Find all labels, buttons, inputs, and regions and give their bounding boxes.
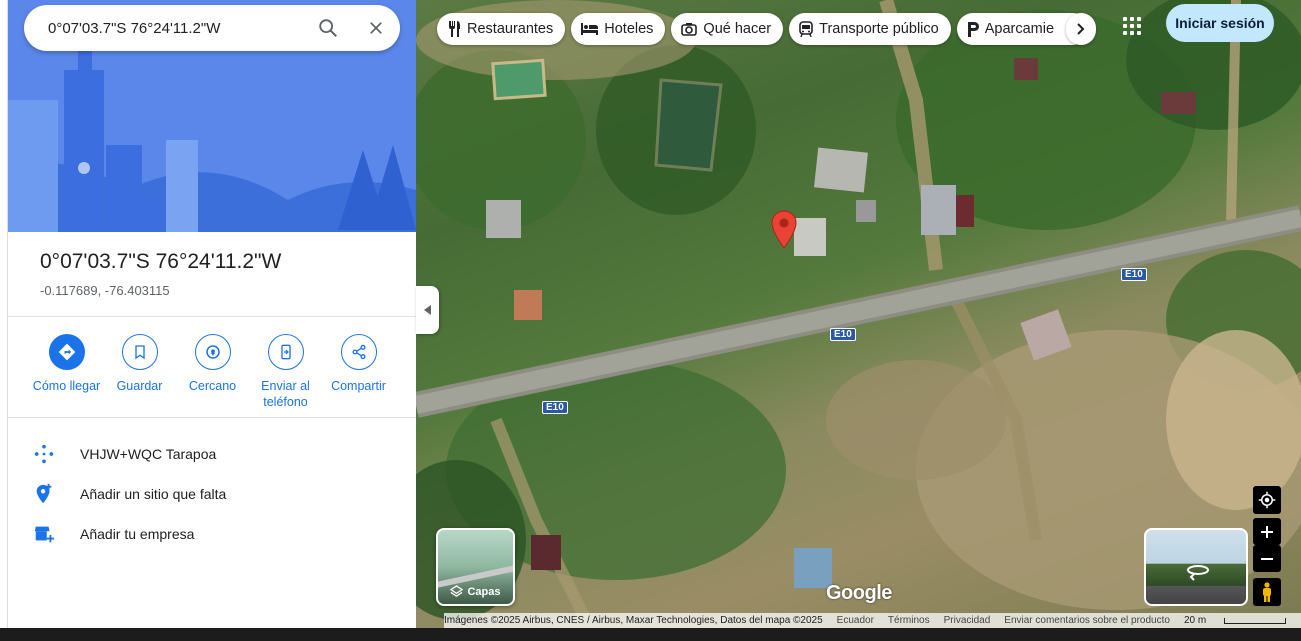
scale-bar-line [1224,617,1287,624]
layers-button[interactable]: Capas [436,528,515,606]
location-pin-icon [771,210,797,249]
add-business-text: Añadir tu empresa [80,526,195,542]
add-business-icon [32,522,56,546]
search-icon[interactable] [304,5,352,51]
action-label: Cercano [188,379,237,393]
my-location-icon [1258,491,1276,509]
place-title: 0°07'03.7"S 76°24'11.2"W [40,250,282,273]
search-box[interactable]: 0°07'03.7"S 76°24'11.2"W [24,5,400,51]
directions-icon [48,334,85,370]
sign-in-button[interactable]: Iniciar sesión [1166,4,1274,42]
minus-icon [1261,557,1273,560]
zoom-out-button[interactable] [1253,545,1281,572]
plus-code-row[interactable]: VHJW+WQC Tarapoa [32,442,216,466]
pegman-button[interactable] [1253,578,1281,606]
close-icon[interactable] [352,5,400,51]
nearby-button[interactable]: Cercano [176,334,249,410]
my-location-button[interactable] [1253,486,1281,514]
nearby-icon [194,334,231,370]
save-button[interactable]: Guardar [103,334,176,410]
transit-icon [799,21,813,37]
action-label: Compartir [331,379,386,393]
chevron-right-icon [1077,23,1085,35]
road-label: E10 [542,401,568,414]
search-input[interactable]: 0°07'03.7"S 76°24'11.2"W [24,20,304,37]
window-edge [0,0,8,628]
share-button[interactable]: Compartir [322,334,395,410]
scale-label: 20 m [1183,615,1207,626]
directions-button[interactable]: Cómo llegar [30,334,103,410]
chip-restaurants[interactable]: Restaurantes [437,13,566,45]
divider [8,417,416,418]
terms-link[interactable]: Términos [888,615,930,626]
chip-hotels[interactable]: Hoteles [571,13,666,45]
chip-label: Transporte público [819,21,939,37]
plus-code-text: VHJW+WQC Tarapoa [80,446,217,462]
add-missing-place-text: Añadir un sitio que falta [80,486,227,502]
add-location-icon [32,482,56,506]
camera-icon [681,22,698,36]
plus-icon [1261,525,1273,538]
google-logo: Google [826,582,892,604]
chevron-left-icon [423,305,431,315]
divider [8,316,416,317]
road-label: E10 [830,328,856,341]
layers-label: Capas [467,585,501,598]
chip-label: Restaurantes [467,21,554,37]
collapse-panel-button[interactable] [416,286,439,334]
restaurant-icon [447,21,461,37]
share-icon [340,334,377,370]
scale-bar[interactable]: 20 m [1184,615,1300,626]
plus-code-icon [32,442,56,466]
phone-icon [267,334,304,370]
category-chips: Restaurantes Hoteles Qué hacer Transport… [437,13,1089,45]
action-label: Enviar al teléfono [261,379,310,409]
parking-icon [967,21,979,37]
attribution-bar: Imágenes ©2025 Airbus, CNES / Airbus, Ma… [444,613,1301,628]
hotel-icon [581,23,599,35]
rotate-360-icon [1187,565,1209,581]
add-business-row[interactable]: Añadir tu empresa [32,522,194,546]
send-to-phone-button[interactable]: Enviar al teléfono [249,334,322,410]
zoom-in-button[interactable] [1253,518,1281,545]
chips-next-button[interactable] [1066,13,1096,45]
layers-icon [450,585,464,597]
chip-transit[interactable]: Transporte público [789,13,951,45]
action-label: Cómo llegar [32,379,101,393]
add-missing-place-row[interactable]: Añadir un sitio que falta [32,482,226,506]
feedback-link[interactable]: Enviar comentarios sobre el producto [1004,615,1170,626]
region-link[interactable]: Ecuador [837,615,874,626]
imagery-attribution: Imágenes ©2025 Airbus, CNES / Airbus, Ma… [444,615,823,626]
bookmark-icon [121,334,158,370]
apps-grid-icon[interactable] [1120,14,1144,38]
privacy-link[interactable]: Privacidad [944,615,991,626]
pegman-icon [1263,582,1271,602]
action-bar: Cómo llegar Guardar Cercano Enviar al te… [30,334,395,410]
action-label: Guardar [116,379,163,393]
os-taskbar [0,628,1301,641]
street-view-thumbnail[interactable] [1144,528,1248,606]
place-coordinates: -0.117689, -76.403115 [40,283,170,298]
chip-things-to-do[interactable]: Qué hacer [671,13,784,45]
chip-label: Qué hacer [703,21,772,37]
chip-label: Aparcamie [984,21,1055,37]
road-label: E10 [1121,268,1147,281]
chip-label: Hoteles [604,21,654,37]
